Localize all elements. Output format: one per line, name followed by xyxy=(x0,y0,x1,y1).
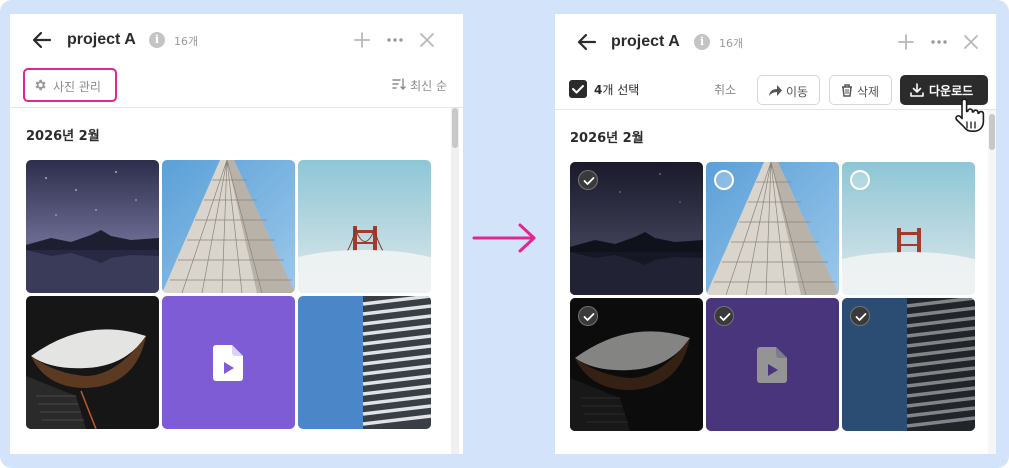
close-icon[interactable] xyxy=(418,31,436,49)
photo-tile[interactable] xyxy=(570,162,703,295)
photo-tile[interactable] xyxy=(706,162,839,295)
select-all-checkbox[interactable] xyxy=(569,80,587,98)
arrow-left-icon[interactable] xyxy=(31,29,53,51)
more-horizontal-icon[interactable] xyxy=(930,33,948,51)
check-icon xyxy=(583,177,595,185)
info-icon[interactable]: i xyxy=(694,34,710,50)
cancel-button[interactable]: 취소 xyxy=(714,81,736,98)
panel-header: project A i 16개 xyxy=(555,14,996,68)
video-file-icon xyxy=(213,345,243,381)
photo-tile[interactable] xyxy=(298,296,431,429)
section-title: 2026년 2월 xyxy=(26,129,100,144)
item-count: 16개 xyxy=(719,37,744,50)
photo-tunnel-stairs xyxy=(26,296,159,429)
page-title: project A xyxy=(67,31,136,48)
delete-button[interactable]: 삭제 xyxy=(829,75,892,105)
scrollbar-thumb[interactable] xyxy=(452,108,458,148)
plus-icon[interactable] xyxy=(353,31,371,49)
panel-header: project A i 16개 xyxy=(10,14,463,68)
hand-pointer-icon xyxy=(955,98,985,132)
scrollbar[interactable] xyxy=(451,108,459,454)
arrow-left-icon[interactable] xyxy=(576,31,598,53)
photo-tile[interactable] xyxy=(26,160,159,293)
section-title: 2026년 2월 xyxy=(570,131,644,146)
move-label: 이동 xyxy=(786,85,809,99)
photo-tile[interactable] xyxy=(570,298,703,431)
delete-label: 삭제 xyxy=(857,85,880,99)
album-panel-before: project A i 16개 사진 관리 최신 순 2026년 2월 xyxy=(10,14,463,454)
download-label: 다운로드 xyxy=(929,84,974,98)
close-icon[interactable] xyxy=(962,33,980,51)
selected-check[interactable] xyxy=(578,170,598,190)
video-tile[interactable] xyxy=(162,296,295,429)
unselected-check[interactable] xyxy=(850,170,870,190)
scrollbar[interactable] xyxy=(988,110,996,454)
photo-bridge-fog xyxy=(298,160,431,293)
plus-icon[interactable] xyxy=(897,33,915,51)
selected-check[interactable] xyxy=(714,306,734,326)
selection-count: 4개 선택 xyxy=(594,81,639,98)
photo-tile[interactable] xyxy=(842,298,975,431)
photo-building-stripes xyxy=(298,296,431,429)
photo-mountain-night xyxy=(26,160,159,293)
selected-check[interactable] xyxy=(578,306,598,326)
photo-manage-label: 사진 관리 xyxy=(53,80,101,94)
info-icon[interactable]: i xyxy=(149,32,165,48)
sort-label: 최신 순 xyxy=(410,79,447,93)
check-icon xyxy=(855,313,867,321)
download-icon xyxy=(910,83,924,97)
album-panel-after: project A i 16개 4개 선택 취소 이동 삭제 다운로드 2026… xyxy=(555,14,996,454)
photo-tile[interactable] xyxy=(26,296,159,429)
scrollbar-thumb[interactable] xyxy=(989,114,995,150)
gear-icon xyxy=(35,79,46,91)
check-icon xyxy=(583,313,595,321)
sort-control[interactable]: 최신 순 xyxy=(392,77,447,94)
arrow-right-icon xyxy=(472,223,536,253)
more-horizontal-icon[interactable] xyxy=(386,31,404,49)
trash-icon xyxy=(842,84,852,97)
move-button[interactable]: 이동 xyxy=(757,75,820,105)
photo-tile[interactable] xyxy=(298,160,431,293)
panel-toolbar: 사진 관리 최신 순 xyxy=(10,68,463,108)
photo-skyscraper-facade xyxy=(162,160,295,293)
selection-toolbar: 4개 선택 취소 이동 삭제 다운로드 xyxy=(555,70,996,110)
video-tile[interactable] xyxy=(706,298,839,431)
item-count: 16개 xyxy=(174,35,199,48)
selected-check[interactable] xyxy=(850,306,870,326)
page-title: project A xyxy=(611,33,680,50)
check-icon xyxy=(719,313,731,321)
selection-count-suffix: 개 선택 xyxy=(602,83,640,97)
check-icon xyxy=(572,85,584,94)
photo-tile[interactable] xyxy=(842,162,975,295)
photo-tile[interactable] xyxy=(162,160,295,293)
share-arrow-icon xyxy=(769,85,782,96)
photo-manage-button[interactable]: 사진 관리 xyxy=(23,68,117,102)
sort-icon xyxy=(392,78,406,90)
unselected-check[interactable] xyxy=(714,170,734,190)
